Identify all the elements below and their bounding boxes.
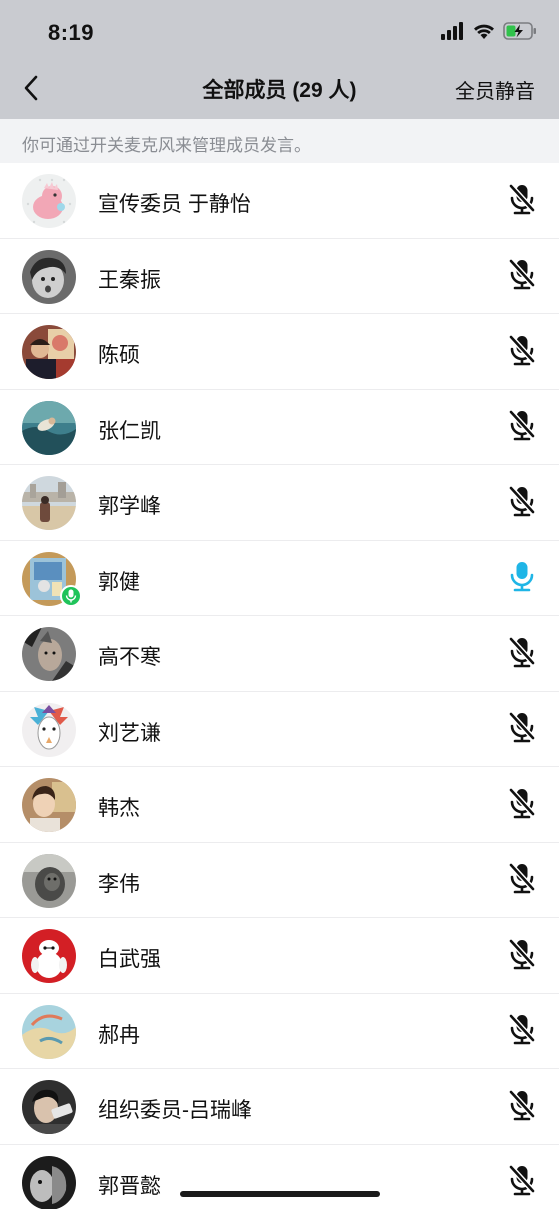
member-name: 张仁凯: [98, 419, 161, 443]
mic-muted-icon: [508, 258, 536, 295]
mic-toggle-button[interactable]: [505, 561, 539, 597]
mic-toggle-button[interactable]: [505, 1089, 539, 1125]
mic-muted-icon: [508, 183, 536, 220]
member-name: 白武强: [98, 948, 161, 971]
speaking-badge: [60, 584, 82, 607]
member-list: 宣传委员 于静怡 王秦振 陈硕 张仁凯 郭学峰 郭健 高不寒 刘艺谦 韩杰 李伟…: [0, 163, 559, 1209]
mic-toggle-button[interactable]: [505, 183, 539, 219]
member-row[interactable]: 白武强: [0, 918, 559, 994]
member-name: 韩杰: [98, 797, 140, 820]
member-row[interactable]: 刘艺谦: [0, 691, 559, 767]
member-row[interactable]: 郭健: [0, 540, 559, 616]
mic-muted-icon: [508, 334, 536, 371]
avatar: [22, 325, 76, 379]
mic-toggle-button[interactable]: [505, 485, 539, 521]
mic-muted-icon: [508, 862, 536, 899]
avatar: [22, 1080, 76, 1134]
avatar: [22, 929, 76, 983]
member-name: 郭晋懿: [98, 1174, 161, 1198]
avatar: [22, 249, 76, 304]
back-button[interactable]: [14, 72, 48, 108]
signal-icon: [441, 21, 465, 45]
member-row[interactable]: 陈硕: [0, 314, 559, 390]
member-row[interactable]: 王秦振: [0, 238, 559, 314]
avatar: [22, 702, 76, 757]
member-row[interactable]: 郭晋懿: [0, 1144, 559, 1209]
member-row[interactable]: 李伟: [0, 842, 559, 918]
avatar: [22, 1004, 76, 1059]
mic-toggle-button[interactable]: [505, 1014, 539, 1050]
member-name: 李伟: [98, 872, 140, 896]
wifi-icon: [473, 22, 495, 45]
mic-toggle-button[interactable]: [505, 863, 539, 899]
nav-bar: 全部成员 (29 人) 全员静音: [0, 64, 559, 119]
hint-text: 你可通过开关麦克风来管理成员发言。: [22, 136, 311, 155]
mic-muted-icon: [508, 1013, 536, 1050]
mic-toggle-button[interactable]: [505, 712, 539, 748]
member-name: 王秦振: [98, 268, 161, 292]
avatar: [22, 778, 76, 832]
mic-muted-icon: [508, 938, 536, 975]
mic-on-icon: [508, 560, 536, 597]
hint-bar: 你可通过开关麦克风来管理成员发言。: [0, 119, 559, 163]
status-bar: 8:19: [0, 0, 559, 64]
mic-muted-icon: [508, 1164, 536, 1201]
mic-toggle-button[interactable]: [505, 1165, 539, 1201]
mic-muted-icon: [508, 711, 536, 748]
member-row[interactable]: 韩杰: [0, 767, 559, 843]
member-row[interactable]: 组织委员-吕瑞峰: [0, 1069, 559, 1145]
status-icons: [441, 21, 537, 45]
mic-toggle-button[interactable]: [505, 636, 539, 672]
member-name: 组织委员-吕瑞峰: [98, 1099, 252, 1122]
member-name: 郭健: [98, 570, 140, 594]
mic-toggle-button[interactable]: [505, 259, 539, 295]
mute-all-button[interactable]: 全员静音: [455, 75, 535, 104]
mic-muted-icon: [508, 787, 536, 824]
member-name: 高不寒: [98, 646, 161, 669]
home-indicator[interactable]: [180, 1191, 380, 1197]
mic-muted-icon: [508, 1089, 536, 1126]
member-name: 宣传委员 于静怡: [98, 193, 251, 216]
mic-toggle-button[interactable]: [505, 410, 539, 446]
avatar: [22, 853, 76, 908]
status-time: 8:19: [48, 20, 95, 45]
avatar: [22, 174, 76, 228]
member-row[interactable]: 张仁凯: [0, 389, 559, 465]
member-name: 刘艺谦: [98, 721, 161, 745]
chevron-left-icon: [23, 75, 39, 106]
mic-toggle-button[interactable]: [505, 334, 539, 370]
avatar: [22, 627, 76, 681]
member-name: 郭学峰: [98, 495, 161, 518]
mic-muted-icon: [508, 485, 536, 522]
mic-muted-icon: [508, 409, 536, 446]
avatar: [22, 1155, 76, 1209]
member-row[interactable]: 郭学峰: [0, 465, 559, 541]
avatar: [22, 400, 76, 455]
mic-toggle-button[interactable]: [505, 938, 539, 974]
member-name: 郝冉: [98, 1023, 140, 1047]
mic-muted-icon: [508, 636, 536, 673]
member-row[interactable]: 高不寒: [0, 616, 559, 692]
battery-charging-icon: [503, 21, 537, 45]
mic-toggle-button[interactable]: [505, 787, 539, 823]
avatar: [22, 476, 76, 530]
member-row[interactable]: 宣传委员 于静怡: [0, 163, 559, 239]
member-row[interactable]: 郝冉: [0, 993, 559, 1069]
member-name: 陈硕: [98, 344, 140, 367]
